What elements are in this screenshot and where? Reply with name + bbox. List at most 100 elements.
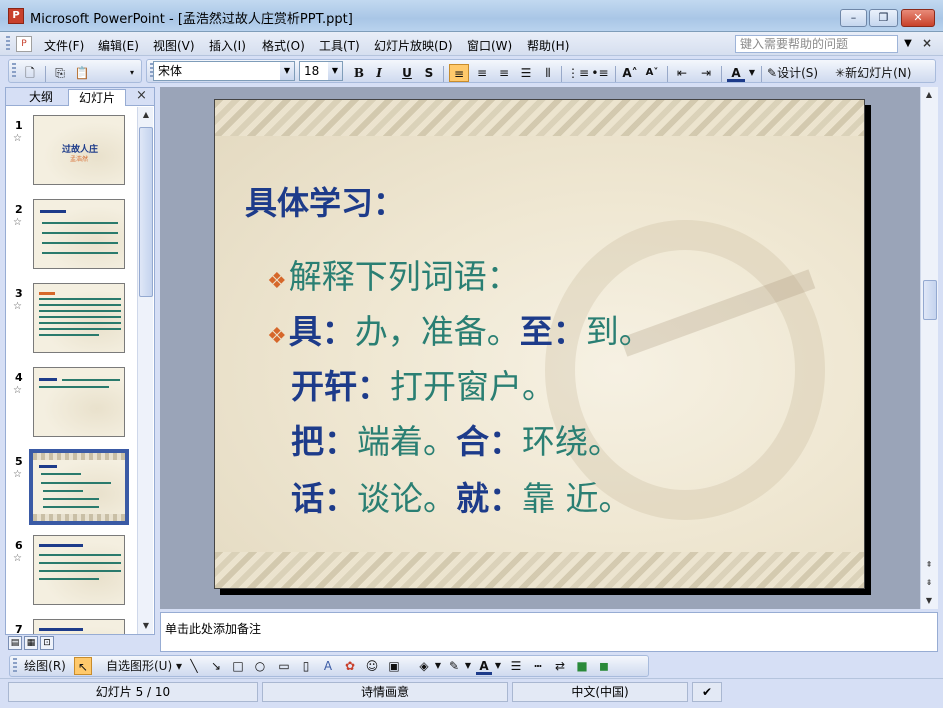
scrollbar-thumb[interactable]: [923, 280, 937, 320]
slide-thumbnail-2[interactable]: [33, 199, 125, 269]
paste-icon[interactable]: 📋: [73, 64, 91, 82]
slide-text-line[interactable]: 开轩：打开窗户。: [291, 360, 555, 408]
line-style-icon[interactable]: ☰: [508, 657, 524, 675]
slide-scrollbar[interactable]: ▲ ⇞ ⇟ ▼: [920, 87, 938, 609]
slide-text-line[interactable]: 把：端着。合：环绕。: [291, 415, 621, 463]
slide-thumbnail-7[interactable]: [33, 619, 125, 634]
chevron-down-icon[interactable]: ▼: [464, 657, 472, 675]
bold-button[interactable]: B: [351, 64, 367, 82]
draw-menu-button[interactable]: 绘图(R) ▾: [20, 657, 70, 691]
menu-format[interactable]: 格式(O): [262, 37, 305, 54]
arrow-style-icon[interactable]: ⇄: [552, 657, 568, 675]
notes-pane[interactable]: 单击此处添加备注: [160, 612, 938, 652]
copy-icon[interactable]: ⎘: [51, 64, 69, 82]
dash-style-icon[interactable]: ┅: [530, 657, 546, 675]
slide-sorter-view-icon[interactable]: ▦: [24, 636, 38, 650]
minimize-button[interactable]: –: [840, 9, 867, 27]
document-close-button[interactable]: ×: [922, 36, 932, 50]
menu-help[interactable]: 帮助(H): [527, 37, 569, 54]
font-color-icon[interactable]: A: [727, 64, 745, 82]
menu-insert[interactable]: 插入(I): [209, 37, 246, 54]
wordart-icon[interactable]: A: [320, 657, 336, 675]
tab-slides[interactable]: 幻灯片: [68, 89, 126, 106]
design-button[interactable]: ✎设计(S): [767, 64, 829, 82]
menu-view[interactable]: 视图(V): [153, 37, 195, 54]
align-justify-icon[interactable]: ☰: [517, 64, 535, 82]
maximize-button[interactable]: ❐: [869, 9, 898, 27]
increase-indent-icon[interactable]: ⇥: [697, 64, 715, 82]
decrease-font-icon[interactable]: A˅: [643, 64, 661, 82]
tab-outline[interactable]: 大纲: [16, 89, 66, 106]
slide-thumbnail-3[interactable]: [33, 283, 125, 353]
font-name-select[interactable]: 宋体 ▼: [153, 61, 295, 81]
distribute-icon[interactable]: ⦀: [539, 64, 557, 82]
decrease-indent-icon[interactable]: ⇤: [673, 64, 691, 82]
close-button[interactable]: ✕: [901, 9, 935, 27]
new-document-icon[interactable]: 🗋: [21, 64, 39, 82]
bullets-icon[interactable]: •≡: [591, 64, 609, 82]
oval-tool-icon[interactable]: ○: [252, 657, 268, 675]
menubar-grip[interactable]: [6, 36, 10, 52]
chevron-down-icon[interactable]: ▼: [328, 62, 342, 80]
menu-slideshow[interactable]: 幻灯片放映(D): [374, 37, 453, 54]
chevron-down-icon[interactable]: ▼: [747, 64, 757, 82]
line-color-icon[interactable]: ✎: [446, 657, 462, 675]
vertical-textbox-icon[interactable]: ▯: [298, 657, 314, 675]
slide-thumbnail-1[interactable]: 过故人庄 孟浩然: [33, 115, 125, 185]
increase-font-icon[interactable]: A˄: [621, 64, 639, 82]
scroll-down-icon[interactable]: ▼: [138, 618, 154, 634]
diagram-icon[interactable]: ✿: [342, 657, 358, 675]
chevron-down-icon[interactable]: ▼: [434, 657, 442, 675]
current-slide[interactable]: 具体学习： ❖解释下列词语： ❖具：办，准备。至：到。 开轩：打开窗户。 把：端…: [214, 99, 865, 589]
chevron-down-icon[interactable]: ▼: [280, 62, 294, 80]
italic-button[interactable]: I: [371, 64, 387, 82]
picture-icon[interactable]: ▣: [386, 657, 402, 675]
shadow-style-icon[interactable]: ■: [574, 657, 590, 675]
scroll-up-icon[interactable]: ▲: [921, 87, 937, 103]
scrollbar-thumb[interactable]: [139, 127, 153, 297]
line-tool-icon[interactable]: ╲: [186, 657, 202, 675]
slide-thumbnail-6[interactable]: [33, 535, 125, 605]
menu-edit[interactable]: 编辑(E): [98, 37, 139, 54]
align-left-icon[interactable]: ≡: [449, 64, 469, 82]
select-pointer-icon[interactable]: ↖: [74, 657, 92, 675]
panel-close-button[interactable]: ×: [136, 88, 147, 103]
arrow-tool-icon[interactable]: ↘: [208, 657, 224, 675]
fill-color-icon[interactable]: ◈: [416, 657, 432, 675]
slide-thumbnail-5[interactable]: [29, 449, 129, 525]
menu-window[interactable]: 窗口(W): [467, 37, 512, 54]
3d-style-icon[interactable]: ◼: [596, 657, 612, 675]
autoshapes-button[interactable]: 自选图形(U) ▾: [104, 657, 184, 675]
help-dropdown-icon[interactable]: ▼: [900, 35, 916, 53]
menu-file[interactable]: 文件(F): [44, 37, 84, 54]
slide-bullet-line[interactable]: ❖解释下列词语：: [267, 250, 520, 298]
next-slide-icon[interactable]: ⇟: [921, 575, 937, 591]
chevron-down-icon[interactable]: ▼: [494, 657, 502, 675]
toolbar-grip[interactable]: [13, 658, 17, 674]
toolbar-grip[interactable]: [12, 63, 16, 79]
new-slide-button[interactable]: ✳新幻灯片(N): [835, 64, 921, 82]
clipart-icon[interactable]: ☺: [364, 657, 380, 675]
rectangle-tool-icon[interactable]: □: [230, 657, 246, 675]
slide-bullet-line[interactable]: ❖具：办，准备。至：到。: [267, 305, 652, 353]
toolbar-options-icon[interactable]: ▾: [125, 64, 139, 82]
spelling-check-icon[interactable]: ✔: [692, 682, 722, 702]
underline-button[interactable]: U: [399, 64, 415, 82]
powerpoint-app-icon[interactable]: P: [8, 8, 24, 24]
normal-view-icon[interactable]: ▤: [8, 636, 22, 650]
numbering-icon[interactable]: ⋮≡: [567, 64, 589, 82]
slide-text-line[interactable]: 话：谈论。就：靠 近。: [291, 472, 632, 520]
slide-title[interactable]: 具体学习：: [245, 178, 405, 224]
align-center-icon[interactable]: ≡: [473, 64, 491, 82]
textbox-tool-icon[interactable]: ▭: [276, 657, 292, 675]
scroll-up-icon[interactable]: ▲: [138, 107, 154, 123]
align-right-icon[interactable]: ≡: [495, 64, 513, 82]
help-search-input[interactable]: 键入需要帮助的问题: [735, 35, 898, 53]
thumbnails-scrollbar[interactable]: ▲ ▼: [137, 107, 153, 634]
prev-slide-icon[interactable]: ⇞: [921, 557, 937, 573]
font-size-select[interactable]: 18 ▼: [299, 61, 343, 81]
slide-thumbnail-4[interactable]: [33, 367, 125, 437]
slideshow-view-icon[interactable]: ⊡: [40, 636, 54, 650]
shadow-button[interactable]: S: [421, 64, 437, 82]
notes-placeholder[interactable]: 单击此处添加备注: [165, 620, 261, 637]
